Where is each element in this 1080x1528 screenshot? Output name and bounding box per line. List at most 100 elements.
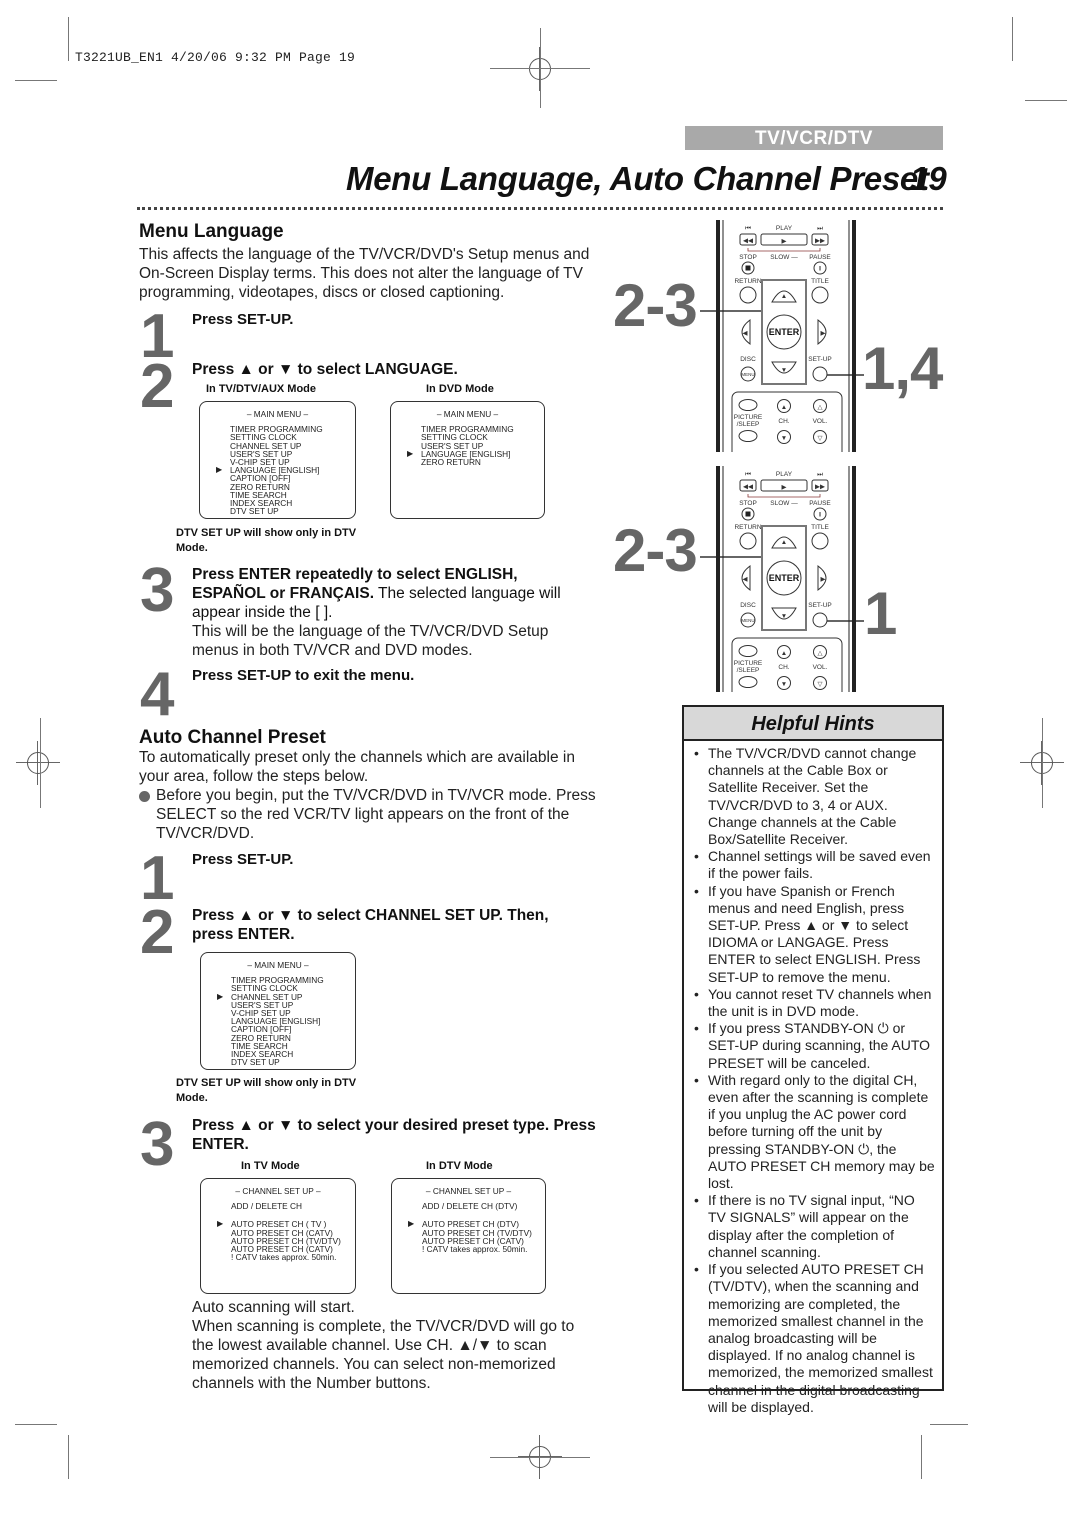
dvd-main-menu-screen: – MAIN MENU – TIMER PROGRAMMING SETTING CL… xyxy=(390,401,545,519)
dotted-divider xyxy=(137,207,943,210)
channel-up-icon: ▲ xyxy=(781,650,787,657)
callout-step-1-4: 1,4 xyxy=(862,335,943,402)
play-label: PLAY xyxy=(776,471,793,478)
step-text: Press ▲ or ▼ to select CHANNEL SET UP. T… xyxy=(192,907,549,943)
hint-item: You cannot reset TV channels when the un… xyxy=(692,986,936,1020)
disc-label: DISC xyxy=(740,356,756,363)
step-text: Press SET-UP. xyxy=(192,851,294,868)
channel-down-icon: ▼ xyxy=(781,681,787,688)
title-label: TITLE xyxy=(811,278,829,285)
pause-icon: ‖ xyxy=(819,512,822,519)
section-tag: TV/VCR/DTV xyxy=(685,126,943,150)
sleep-button xyxy=(738,430,758,442)
helpful-hints-box: Helpful Hints The TV/VCR/DVD cannot chan… xyxy=(682,705,944,1415)
tv-main-menu-screen: – MAIN MENU – TIMER PROGRAMMING SETTING CL… xyxy=(199,401,356,519)
return-label: RETURN xyxy=(734,278,761,285)
osd-title: – MAIN MENU – xyxy=(436,409,499,419)
crop-mark xyxy=(490,68,590,69)
registration-mark-icon xyxy=(16,741,60,785)
mode-label: In DTV Mode xyxy=(426,1160,493,1172)
channel-up-icon: ▲ xyxy=(781,404,787,411)
crop-mark xyxy=(68,1435,69,1479)
enter-label: ENTER xyxy=(769,573,800,583)
helpful-hints-title: Helpful Hints xyxy=(684,707,942,741)
channel-label: CH. xyxy=(778,418,789,425)
slow-bracket xyxy=(747,494,821,498)
fast-forward-icon: ▶▶ xyxy=(815,484,826,491)
return-label: RETURN xyxy=(734,524,761,531)
crop-mark xyxy=(490,1457,590,1458)
step-text: Press SET-UP to exit the menu. xyxy=(192,667,415,684)
fast-forward-icon: ▶▶ xyxy=(815,238,826,245)
slow-label: SLOW — xyxy=(770,254,798,261)
setup-label: SET-UP xyxy=(808,602,831,609)
callout-step-1: 1 xyxy=(864,580,897,647)
osd-items: TIMER PROGRAMMINGSETTING CLOCKCHANNEL SE… xyxy=(200,425,355,517)
skip-forward-icon: ⏭ xyxy=(817,471,823,478)
play-label: PLAY xyxy=(776,225,793,232)
skip-forward-icon: ⏭ xyxy=(817,225,823,232)
rewind-icon: ◀◀ xyxy=(743,238,754,245)
print-slug: T3221UB_EN1 4/20/06 9:32 PM Page 19 xyxy=(75,50,356,65)
disc-label: DISC xyxy=(740,602,756,609)
title-button xyxy=(811,286,829,304)
page-title: Menu Language, Auto Channel Preset xyxy=(346,160,929,198)
skip-back-icon: ⏮ xyxy=(745,471,751,478)
hint-item: If you press STANDBY-ON ⏻ or SET-UP duri… xyxy=(692,1020,936,1072)
channel-label: CH. xyxy=(778,664,789,671)
down-arrow-icon: ▼ xyxy=(781,367,787,374)
hint-item: Channel settings will be saved even if t… xyxy=(692,848,936,882)
remote-edge xyxy=(852,466,856,692)
osd-item: ZERO RETURN xyxy=(421,457,481,468)
remote-control-illustration: ⏮ PLAY ⏭ ◀◀ ▶ ▶▶ STOP SLOW — PAUSE ‖ RETURN TITLE ▲ E… xyxy=(716,466,856,699)
crop-mark xyxy=(15,1424,57,1425)
auto-channel-preset-intro: To automatically preset only the channel… xyxy=(139,749,575,785)
channel-down-icon: ▼ xyxy=(781,435,787,442)
up-arrow-icon: ▲ xyxy=(781,539,787,546)
pause-icon: ‖ xyxy=(819,266,822,273)
page-title-text: Menu Language, Auto Channel Preset xyxy=(346,160,929,197)
volume-label: VOL. xyxy=(813,664,828,671)
step-number: 3 xyxy=(140,556,175,625)
crop-mark xyxy=(1012,17,1013,61)
osd-item: ADD / DELETE CH xyxy=(231,1201,302,1212)
remote-control-illustration: ⏮ PLAY ⏭ ◀◀ ▶ ▶▶ STOP SLOW — PAUSE ‖ RETURN TITLE ▲ E… xyxy=(716,220,856,459)
remote-svg: ⏮ PLAY ⏭◀◀ ▶ ▶▶STOP SLOW — PAUSE‖RETURN TITLE▲E… xyxy=(716,220,856,459)
return-button xyxy=(739,286,757,304)
menu-label: MENU xyxy=(741,372,754,377)
osd-item: DTV SET UP xyxy=(230,506,279,517)
volume-label: VOL. xyxy=(813,418,828,425)
down-arrow-icon: ▼ xyxy=(781,613,787,620)
step-text: Press ENTER repeatedly to select ENGLISH… xyxy=(192,565,592,622)
osd-item: DTV SET UP xyxy=(231,1057,280,1068)
step-extra-text: This will be the language of the TV/VCR/… xyxy=(192,623,549,659)
menu-language-heading: Menu Language xyxy=(139,221,284,242)
remote-edge xyxy=(852,220,856,452)
osd-item: ADD / DELETE CH (DTV) xyxy=(422,1201,518,1212)
step-number: 2 xyxy=(140,898,175,967)
osd-title: – CHANNEL SET UP – xyxy=(235,1186,321,1196)
crop-mark xyxy=(15,80,57,81)
setup-button xyxy=(812,612,828,628)
pause-label: PAUSE xyxy=(809,500,831,507)
osd-items: TIMER PROGRAMMINGSETTING CLOCKCHANNEL SE… xyxy=(201,976,355,1068)
osd-title: – CHANNEL SET UP – xyxy=(425,1186,512,1196)
auto-channel-preset-heading: Auto Channel Preset xyxy=(139,727,326,748)
hint-item: If you selected AUTO PRESET CH (TV/DTV),… xyxy=(692,1261,936,1416)
osd-item: ! CATV takes approx. 50min. xyxy=(231,1252,337,1263)
stop-icon xyxy=(745,265,751,271)
crop-mark xyxy=(40,718,41,808)
remote-svg: ⏮ PLAY ⏭◀◀ ▶ ▶▶STOP SLOW — PAUSE‖RETURN TITLE▲E… xyxy=(716,466,856,699)
slow-bracket xyxy=(747,248,821,252)
page-number: 19 xyxy=(910,160,947,197)
remote-edge xyxy=(716,466,720,692)
scan-start-text: Auto scanning will start. xyxy=(192,1299,355,1316)
stop-label: STOP xyxy=(739,500,757,507)
up-arrow-icon: ▲ xyxy=(781,293,787,300)
menu-label: MENU xyxy=(741,618,754,623)
picture-button xyxy=(738,399,758,411)
picture-button xyxy=(738,645,758,657)
osd-items: ADD / DELETE CHAUTO PRESET CH ( TV )AUTO… xyxy=(201,1201,355,1263)
hint-item: The TV/VCR/DVD cannot change channels at… xyxy=(692,745,936,848)
scan-complete-text: When scanning is complete, the TV/VCR/DV… xyxy=(192,1318,575,1392)
